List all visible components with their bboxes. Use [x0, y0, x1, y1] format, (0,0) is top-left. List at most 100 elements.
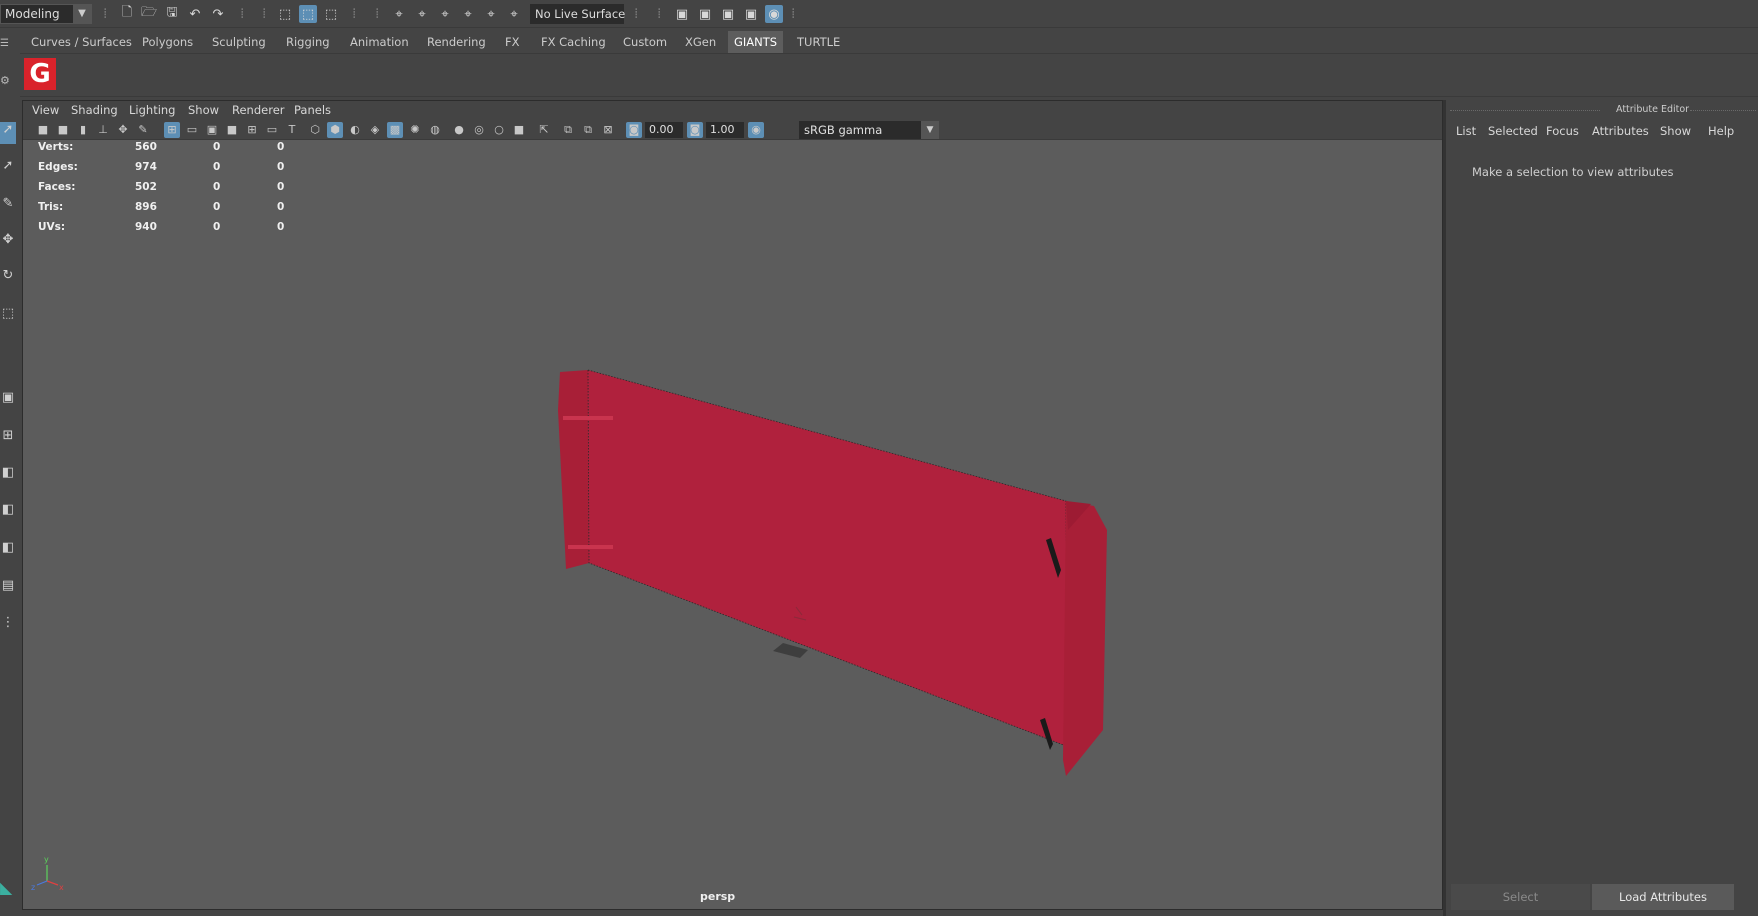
ipr-render-icon[interactable]: ▣ [719, 5, 737, 23]
move-tool-icon[interactable]: ✥ [0, 232, 16, 254]
gate-mask-icon[interactable]: ■ [224, 122, 240, 138]
tab-giants[interactable]: GIANTS [728, 31, 784, 53]
render-current-frame-icon[interactable]: ▣ [673, 5, 691, 23]
xray-joints-icon[interactable]: ⧉ [580, 122, 596, 138]
film-gate-icon[interactable]: ▭ [184, 122, 200, 138]
mode-menu[interactable]: Modeling ▼ [0, 4, 92, 24]
outliner-layout-icon[interactable]: ▤ [0, 578, 16, 600]
camera-select-icon[interactable]: ■ [35, 122, 51, 138]
xray-icon[interactable]: ⧉ [560, 122, 576, 138]
isolate-select-icon[interactable]: ⇱ [536, 122, 552, 138]
xray-components-icon[interactable]: ⊠ [600, 122, 616, 138]
camera-attributes-icon[interactable]: ■ [55, 122, 71, 138]
tab-custom[interactable]: Custom [617, 31, 673, 53]
tab-xgen[interactable]: XGen [679, 31, 722, 53]
use-default-material-icon[interactable]: ◐ [347, 122, 363, 138]
wireframe-on-shaded-icon[interactable]: ◈ [367, 122, 383, 138]
new-scene-icon[interactable]: 🗋 [118, 5, 136, 23]
persp-outliner-layout-icon[interactable]: ◧ [0, 465, 16, 487]
use-all-lights-icon[interactable]: ✺ [407, 122, 423, 138]
render-sequence-icon[interactable]: ▣ [696, 5, 714, 23]
snap-point-icon[interactable]: ⌖ [436, 5, 454, 23]
snap-live-icon[interactable]: ⌖ [505, 5, 523, 23]
giants-exporter-icon[interactable]: G [24, 58, 56, 90]
save-scene-icon[interactable]: 🖫 [163, 5, 181, 23]
screen-space-ao-icon[interactable]: ● [451, 122, 467, 138]
single-perspective-layout-icon[interactable]: ▣ [0, 390, 16, 412]
snap-grid-icon[interactable]: ⌖ [390, 5, 408, 23]
exposure-field[interactable]: 0.00 [645, 122, 683, 138]
exposure-icon[interactable]: ◙ [626, 122, 642, 138]
resolution-gate-icon[interactable]: ▣ [204, 122, 220, 138]
shadows-icon[interactable]: ◍ [427, 122, 443, 138]
wireframe-icon[interactable]: ⬡ [307, 122, 323, 138]
persp-hypershade-layout-icon[interactable]: ◧ [0, 540, 16, 562]
gamma-field[interactable]: 1.00 [706, 122, 744, 138]
shelf-menu-icon[interactable]: ☰ [0, 38, 12, 49]
paint-select-tool-icon[interactable]: ✎ [0, 196, 16, 218]
ae-menu-attributes[interactable]: Attributes [1592, 124, 1649, 138]
image-plane-icon[interactable]: ⊥ [95, 122, 111, 138]
motion-blur-icon[interactable]: ◎ [471, 122, 487, 138]
tab-turtle[interactable]: TURTLE [791, 31, 846, 53]
redo-icon[interactable]: ↷ [209, 5, 227, 23]
select-tool-icon[interactable]: ➚ [0, 122, 16, 144]
tab-fx-caching[interactable]: FX Caching [535, 31, 612, 53]
menu-show[interactable]: Show [188, 103, 219, 117]
drag-grip[interactable] [1450, 110, 1600, 112]
ae-menu-list[interactable]: List [1456, 124, 1476, 138]
load-attributes-button[interactable]: Load Attributes [1592, 884, 1734, 910]
rotate-tool-icon[interactable]: ↻ [0, 268, 16, 290]
snap-view-plane-icon[interactable]: ⌖ [459, 5, 477, 23]
field-chart-icon[interactable]: ⊞ [244, 122, 260, 138]
command-line-toggle-icon[interactable]: ◣ [0, 878, 16, 902]
tab-animation[interactable]: Animation [344, 31, 415, 53]
open-scene-icon[interactable]: 🗁 [140, 5, 158, 23]
select-button[interactable]: Select [1451, 884, 1590, 910]
menu-panels[interactable]: Panels [294, 103, 331, 117]
scale-tool-icon[interactable]: ⬚ [0, 306, 16, 328]
select-by-component-icon[interactable]: ⬚ [322, 5, 340, 23]
red-panel-model[interactable] [558, 369, 1107, 776]
tab-fx[interactable]: FX [499, 31, 526, 53]
snap-curve-icon[interactable]: ⌖ [413, 5, 431, 23]
select-by-hierarchy-icon[interactable]: ⬚ [276, 5, 294, 23]
four-view-layout-icon[interactable]: ⊞ [0, 428, 16, 450]
script-editor-icon[interactable]: ⋮ [0, 615, 16, 637]
grease-pencil-icon[interactable]: ✎ [135, 122, 151, 138]
lasso-tool-icon[interactable]: ➚ [0, 158, 16, 180]
tab-curves-surfaces[interactable]: Curves / Surfaces [25, 31, 138, 53]
textured-icon[interactable]: ▩ [387, 122, 403, 138]
scene-view[interactable]: y x z [23, 140, 1442, 908]
gamma-icon[interactable]: ◙ [687, 122, 703, 138]
select-by-object-icon[interactable]: ⬚ [299, 5, 317, 23]
safe-action-icon[interactable]: ▭ [264, 122, 280, 138]
tab-polygons[interactable]: Polygons [136, 31, 199, 53]
tab-sculpting[interactable]: Sculpting [206, 31, 272, 53]
bookmark-icon[interactable]: ▮ [75, 122, 91, 138]
ae-menu-selected[interactable]: Selected [1488, 124, 1538, 138]
menu-shading[interactable]: Shading [71, 103, 118, 117]
snap-surface-icon[interactable]: ⌖ [482, 5, 500, 23]
live-surface-field[interactable]: No Live Surface [530, 4, 625, 24]
ae-menu-help[interactable]: Help [1708, 124, 1734, 138]
persp-graph-layout-icon[interactable]: ◧ [0, 502, 16, 524]
safe-title-icon[interactable]: T [284, 122, 300, 138]
tab-rendering[interactable]: Rendering [421, 31, 492, 53]
anti-aliasing-icon[interactable]: ○ [491, 122, 507, 138]
menu-lighting[interactable]: Lighting [129, 103, 175, 117]
drag-grip[interactable] [1690, 110, 1756, 112]
menu-renderer[interactable]: Renderer [232, 103, 285, 117]
smooth-shade-icon[interactable]: ⬢ [327, 122, 343, 138]
view-transform-icon[interactable]: ◉ [748, 122, 764, 138]
depth-of-field-icon[interactable]: ■ [511, 122, 527, 138]
tab-rigging[interactable]: Rigging [280, 31, 336, 53]
shelf-settings-icon[interactable]: ⚙ [0, 74, 12, 87]
hypershade-icon[interactable]: ◉ [765, 5, 783, 23]
color-space-dropdown[interactable]: sRGB gamma ▼ [799, 121, 939, 139]
two-d-pan-zoom-icon[interactable]: ✥ [115, 122, 131, 138]
grid-toggle-icon[interactable]: ⊞ [164, 122, 180, 138]
undo-icon[interactable]: ↶ [186, 5, 204, 23]
ae-menu-show[interactable]: Show [1660, 124, 1691, 138]
ae-menu-focus[interactable]: Focus [1546, 124, 1579, 138]
